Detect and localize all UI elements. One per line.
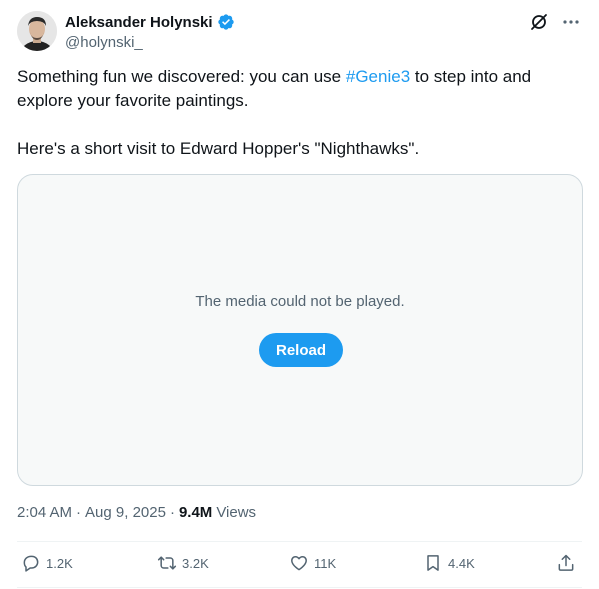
avatar[interactable] xyxy=(17,11,57,51)
reply-icon xyxy=(23,555,39,572)
bookmark-count: 4.4K xyxy=(448,555,475,571)
meta-separator: · xyxy=(76,504,82,521)
like-count: 11K xyxy=(314,555,337,571)
tweet-text-paragraph-2: Here's a short visit to Edward Hopper's … xyxy=(17,139,420,158)
hashtag-link[interactable]: #Genie3 xyxy=(346,67,410,86)
heart-icon xyxy=(291,556,307,571)
share-icon xyxy=(558,554,574,571)
share-button[interactable] xyxy=(556,553,576,573)
tweet-date[interactable]: Aug 9, 2025 xyxy=(85,504,166,521)
meta-separator: · xyxy=(169,504,175,521)
tweet-meta: 2:04 AM · Aug 9, 2025 · 9.4M Views xyxy=(17,504,256,521)
divider xyxy=(17,541,582,542)
repost-count: 3.2K xyxy=(182,555,209,571)
repost-icon xyxy=(157,556,177,570)
repost-button[interactable]: 3.2K xyxy=(157,553,209,573)
reply-button[interactable]: 1.2K xyxy=(21,553,73,573)
tweet-text-paragraph-1: Something fun we discovered: you can use… xyxy=(17,65,577,113)
divider xyxy=(17,587,582,588)
tweet-top-actions xyxy=(529,12,581,32)
media-container: The media could not be played. Reload xyxy=(17,174,583,486)
views-count: 9.4M xyxy=(178,504,213,521)
bookmark-button[interactable]: 4.4K xyxy=(423,553,475,573)
tweet-text-part: Something fun we discovered: you can use xyxy=(17,67,346,86)
reload-button[interactable]: Reload xyxy=(259,333,343,367)
verified-badge-icon xyxy=(217,13,235,31)
author-name-row: Aleksander Holynski xyxy=(65,13,235,31)
media-error-message: The media could not be played. xyxy=(195,293,405,310)
bookmark-icon xyxy=(427,555,439,571)
tweet-text: Something fun we discovered: you can use… xyxy=(17,65,577,161)
views-label: Views xyxy=(216,504,257,521)
more-icon[interactable] xyxy=(561,12,581,32)
like-button[interactable]: 11K xyxy=(289,553,336,573)
author-handle[interactable]: @holynski_ xyxy=(65,34,143,51)
grok-icon[interactable] xyxy=(529,12,549,32)
reply-count: 1.2K xyxy=(46,555,73,571)
tweet: Aleksander Holynski @holynski_ Something… xyxy=(0,0,599,589)
author-display-name[interactable]: Aleksander Holynski xyxy=(65,14,213,31)
tweet-time[interactable]: 2:04 AM xyxy=(17,504,72,521)
tweet-actions: 1.2K 3.2K 11K 4.4K xyxy=(17,553,582,577)
